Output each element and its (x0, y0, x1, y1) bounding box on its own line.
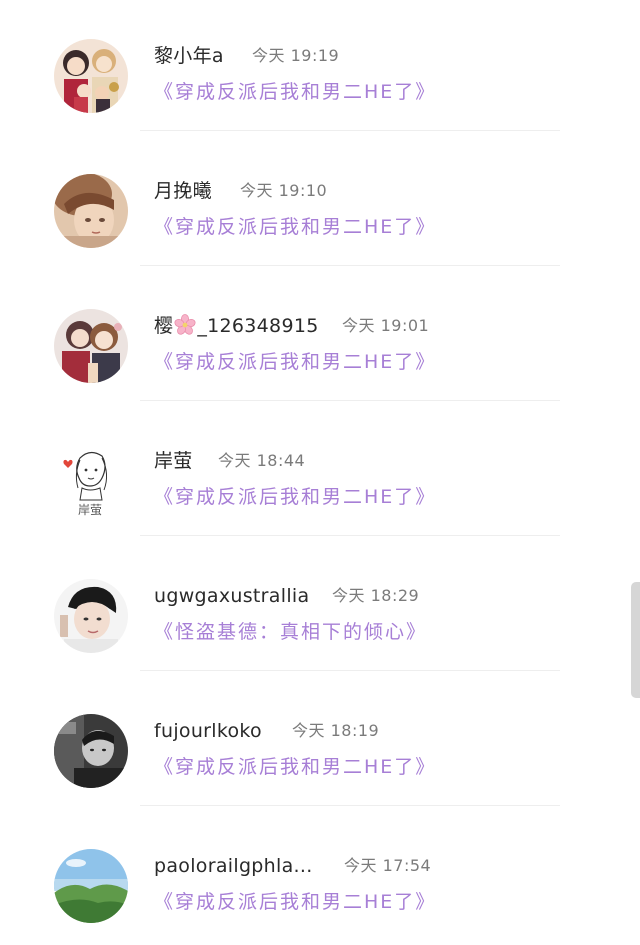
book-title-link[interactable]: 《穿成反派后我和男二HE了》 (154, 890, 436, 914)
divider (140, 805, 560, 806)
divider (140, 400, 560, 401)
book-title-link[interactable]: 《穿成反派后我和男二HE了》 (154, 485, 436, 509)
list-item[interactable]: ugwgaxustrallia 今天 18:29 《怪盗基德：真相下的倾心》 (0, 540, 640, 675)
scrollbar[interactable] (631, 582, 640, 698)
username-suffix: _126348915 (197, 315, 319, 337)
username[interactable]: fujourlkoko (154, 719, 262, 743)
book-title-link[interactable]: 《穿成反派后我和男二HE了》 (154, 215, 436, 239)
divider (140, 130, 560, 131)
avatar-signature: 岸萤 (78, 503, 102, 517)
anime-group-avatar-image (54, 39, 128, 113)
avatar[interactable] (54, 579, 128, 653)
list-item[interactable]: 岸萤 岸萤 今天 18:44 《穿成反派后我和男二HE了》 (0, 405, 640, 540)
sepia-portrait-avatar-image (54, 174, 128, 248)
list-item[interactable]: fujourlkoko 今天 18:19 《穿成反派后我和男二HE了》 (0, 675, 640, 810)
timestamp: 今天 18:19 (292, 721, 380, 740)
book-title-link[interactable]: 《穿成反派后我和男二HE了》 (154, 80, 436, 104)
divider (140, 670, 560, 671)
timestamp: 今天 18:29 (332, 586, 420, 605)
avatar[interactable]: 岸萤 (54, 444, 128, 518)
book-title-link[interactable]: 《怪盗基德：真相下的倾心》 (154, 620, 427, 644)
timestamp: 今天 19:01 (342, 316, 430, 335)
username[interactable]: 岸萤 (154, 449, 193, 473)
list-item[interactable]: 月挽曦 今天 19:10 《穿成反派后我和男二HE了》 (0, 135, 640, 270)
timestamp: 今天 19:10 (240, 181, 328, 200)
username[interactable]: paolorailgphla... (154, 854, 313, 878)
short-hair-person-avatar-image (54, 579, 128, 653)
avatar[interactable] (54, 849, 128, 923)
avatar[interactable] (54, 309, 128, 383)
cherry-blossom-icon (174, 314, 196, 335)
list-item[interactable]: paolorailgphla... 今天 17:54 《穿成反派后我和男二HE了… (0, 810, 640, 945)
divider (140, 535, 560, 536)
timestamp: 今天 17:54 (344, 856, 432, 875)
avatar[interactable] (54, 39, 128, 113)
comment-list: 黎小年a 今天 19:19 《穿成反派后我和男二HE了》 月挽曦 今天 19:1… (0, 0, 640, 923)
username-prefix: 樱 (154, 315, 174, 337)
line-sketch-girl-avatar-image: 岸萤 (54, 444, 128, 518)
divider (140, 265, 560, 266)
list-item[interactable]: 樱 _126348915 今天 19:01 《穿成反派后我和男二HE了》 (0, 270, 640, 405)
monochrome-portrait-avatar-image (54, 714, 128, 788)
username[interactable]: 月挽曦 (154, 179, 212, 203)
book-title-link[interactable]: 《穿成反派后我和男二HE了》 (154, 350, 436, 374)
username[interactable]: ugwgaxustrallia (154, 584, 309, 608)
book-title-link[interactable]: 《穿成反派后我和男二HE了》 (154, 755, 436, 779)
anime-duo-avatar-image (54, 309, 128, 383)
landscape-avatar-image (54, 849, 128, 923)
avatar[interactable] (54, 714, 128, 788)
timestamp: 今天 18:44 (218, 451, 306, 470)
username[interactable]: 樱 _126348915 (154, 314, 319, 338)
username[interactable]: 黎小年a (154, 44, 224, 68)
timestamp: 今天 19:19 (252, 46, 340, 65)
avatar[interactable] (54, 174, 128, 248)
list-item[interactable]: 黎小年a 今天 19:19 《穿成反派后我和男二HE了》 (0, 0, 640, 135)
